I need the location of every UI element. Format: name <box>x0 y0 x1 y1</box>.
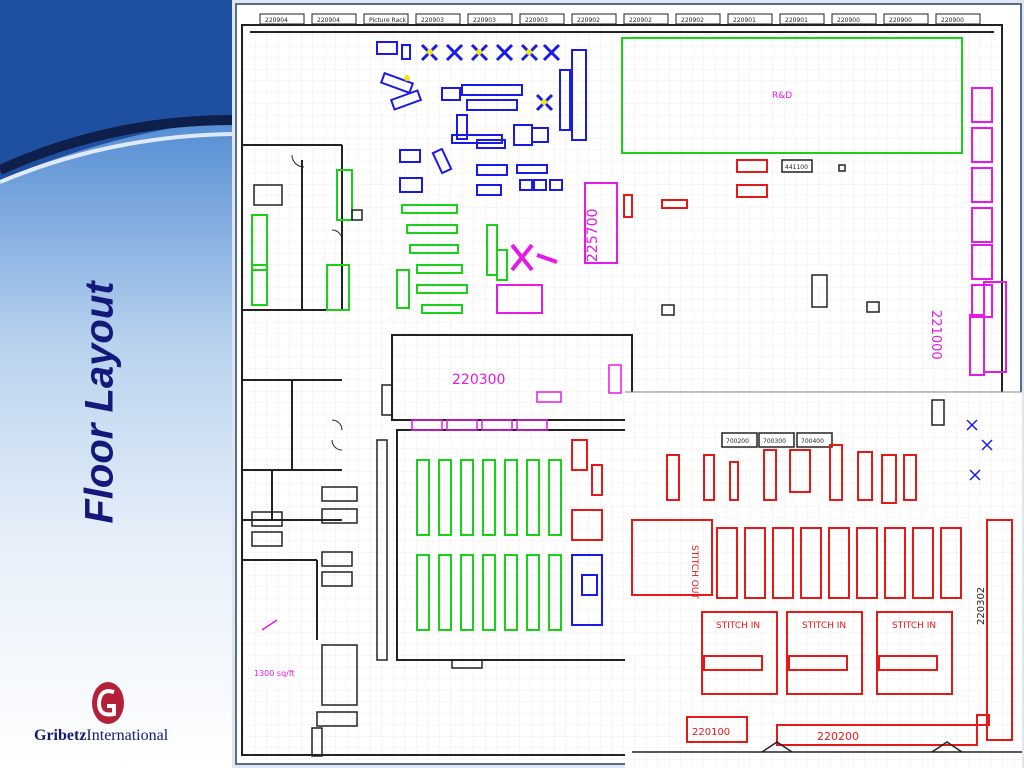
area-441100-label: 441100 <box>785 164 808 171</box>
header-rack-label: 220901 <box>785 17 808 24</box>
company-name-bold: Gribetz <box>34 727 87 744</box>
company-name: GribetzInternational <box>34 727 168 745</box>
area-225700-label: 225700 <box>585 209 601 262</box>
slide-title: Floor Layout <box>77 281 122 524</box>
area-220300-label: 220300 <box>452 372 505 388</box>
area-700200-label: 700200 <box>726 438 749 445</box>
area-stitch-in-2-label: STITCH IN <box>802 621 846 631</box>
area-stitch-in-3-label: STITCH IN <box>892 621 936 631</box>
company-name-regular: International <box>86 727 169 744</box>
header-rack-label: 220900 <box>941 17 964 24</box>
header-rack-label: 220900 <box>889 17 912 24</box>
header-rack-label: 220903 <box>473 17 496 24</box>
header-rack-label: 220902 <box>577 17 600 24</box>
gribetz-logo-icon <box>92 682 124 724</box>
area-220302-label: 220302 <box>976 587 987 625</box>
header-rack-label: Picture Rack <box>369 17 407 24</box>
header-rack-label: 220904 <box>265 17 288 24</box>
header-rack-label: 220900 <box>837 17 860 24</box>
area-stitch-in-1-label: STITCH IN <box>716 621 760 631</box>
production-floor-overlay: 700200 700300 700400 STITCH OUT STITCH I… <box>625 391 1022 768</box>
floor-plan-drawing: 220904 220904 Picture Rack 220903 220903 2209… <box>232 0 1024 768</box>
header-rack-label: 220902 <box>629 17 652 24</box>
area-700300-label: 700300 <box>763 438 786 445</box>
area-221000-label: 221000 <box>928 310 943 360</box>
header-rack-label: 220902 <box>681 17 704 24</box>
header-rack-label: 220903 <box>525 17 548 24</box>
area-stitch-out-label: STITCH OUT <box>689 545 699 599</box>
area-rd-label: R&D <box>772 91 792 101</box>
header-rack-label: 220904 <box>317 17 340 24</box>
area-700400-label: 700400 <box>801 438 824 445</box>
floor-plan-panel: 220904 220904 Picture Rack 220903 220903 2209… <box>232 0 1024 768</box>
area-220200-label: 220200 <box>817 730 859 743</box>
area-sqft-label: 1300 sq/ft <box>254 669 295 678</box>
header-rack-label: 220903 <box>421 17 444 24</box>
slide-sidebar: Floor Layout GribetzInternational <box>0 0 232 768</box>
header-swoosh <box>0 0 232 184</box>
header-rack-label: 220901 <box>733 17 756 24</box>
area-220100-label: 220100 <box>692 727 730 738</box>
